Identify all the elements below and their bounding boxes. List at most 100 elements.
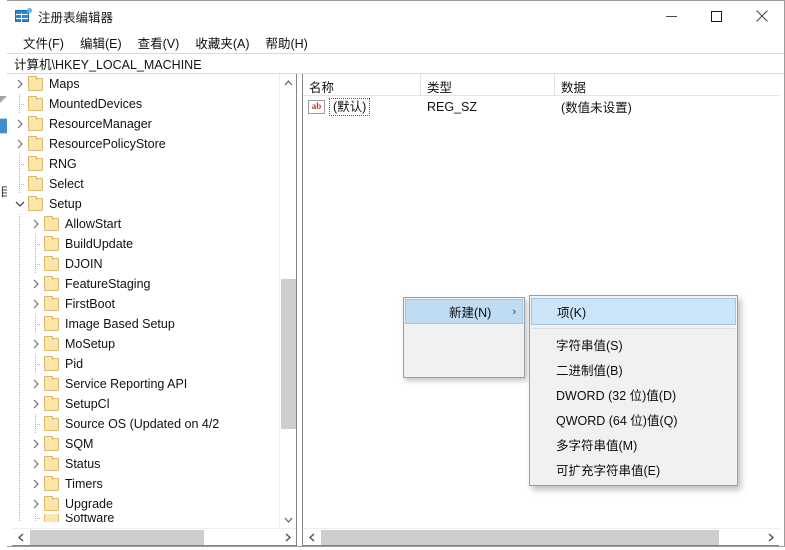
tree-item-firstboot[interactable]: FirstBoot (12, 294, 279, 314)
submenu-item-multi-string-value[interactable]: 多字符串值(M) (530, 432, 737, 457)
registry-tree-pane: Maps MountedDevices ResourceManager Resourc… (12, 74, 297, 546)
chevron-right-icon[interactable] (28, 374, 44, 394)
address-bar[interactable]: 计算机\HKEY_LOCAL_MACHINE (7, 53, 784, 74)
folder-icon (28, 135, 43, 151)
values-hscroll-track[interactable] (320, 529, 762, 545)
tree-scroll-track[interactable] (280, 91, 296, 511)
submenu-item-string-value[interactable]: 字符串值(S) (530, 332, 737, 357)
desktop-artifact-taskbar-item (0, 118, 7, 134)
tree-item-setupcl[interactable]: SetupCl (12, 394, 279, 414)
tree-scroll-thumb[interactable] (281, 279, 296, 429)
tree-item-maps[interactable]: Maps (12, 74, 279, 94)
submenu-separator (532, 328, 735, 329)
tree-leaf-connector (28, 514, 44, 522)
tree-scroll-right-button[interactable] (279, 529, 296, 546)
chevron-right-icon[interactable] (28, 274, 44, 294)
tree-item-label: DJOIN (65, 257, 103, 271)
values-scroll-left-button[interactable] (303, 529, 320, 545)
tree-hscroll-thumb[interactable] (30, 530, 204, 545)
tree-horizontal-scrollbar[interactable] (12, 528, 296, 545)
tree-item-featurestaging[interactable]: FeatureStaging (12, 274, 279, 294)
tree-item-image-based-setup[interactable]: Image Based Setup (12, 314, 279, 334)
tree-indent-guide (12, 354, 28, 374)
tree-item-buildupdate[interactable]: BuildUpdate (12, 234, 279, 254)
chevron-right-icon[interactable] (28, 394, 44, 414)
chevron-right-icon[interactable] (12, 74, 28, 94)
submenu-item-binary-value[interactable]: 二进制值(B) (530, 357, 737, 382)
tree-item-resourcemanager[interactable]: ResourceManager (12, 114, 279, 134)
menu-item-help[interactable]: 帮助(H) (258, 31, 316, 54)
submenu-item-key[interactable]: 项(K) (531, 298, 736, 325)
tree-item-mosetup[interactable]: MoSetup (12, 334, 279, 354)
tree-item-partial[interactable]: Software (12, 514, 279, 522)
tree-item-djoin[interactable]: DJOIN (12, 254, 279, 274)
tree-item-select[interactable]: Select (12, 174, 279, 194)
tree-item-source-os-updated-on-4-2[interactable]: Source OS (Updated on 4/2 (12, 414, 279, 434)
menu-item-edit[interactable]: 编辑(E) (73, 31, 131, 54)
context-submenu-new: 项(K) 字符串值(S) 二进制值(B) DWORD (32 位)值(D) QW… (529, 295, 738, 486)
tree-item-mounteddevices[interactable]: MountedDevices (12, 94, 279, 114)
table-row[interactable]: ab (默认) REG_SZ (数值未设置) (303, 96, 779, 117)
submenu-item-qword-value[interactable]: QWORD (64 位)值(Q) (530, 407, 737, 432)
column-header-type[interactable]: 类型 (421, 74, 555, 95)
tree-item-label: Select (49, 177, 84, 191)
chevron-right-icon[interactable] (28, 474, 44, 494)
tree-indent-guide (12, 314, 28, 334)
column-header-name[interactable]: 名称 (303, 74, 421, 95)
tree-viewport: Maps MountedDevices ResourceManager Resourc… (12, 74, 296, 528)
column-header-data[interactable]: 数据 (555, 74, 779, 95)
chevron-right-icon[interactable] (28, 214, 44, 234)
tree-item-resourcepolicystore[interactable]: ResourcePolicyStore (12, 134, 279, 154)
content-panes: Maps MountedDevices ResourceManager Resourc… (7, 74, 784, 546)
chevron-right-icon[interactable] (28, 294, 44, 314)
tree-item-pid[interactable]: Pid (12, 354, 279, 374)
tree-leaf-connector (28, 234, 44, 254)
tree-item-setup[interactable]: Setup (12, 194, 279, 214)
tree-scroll-left-button[interactable] (12, 529, 29, 546)
tree-item-timers[interactable]: Timers (12, 474, 279, 494)
tree-scroll-up-button[interactable] (280, 74, 296, 91)
tree-item-service-reporting-api[interactable]: Service Reporting API (12, 374, 279, 394)
menu-item-file[interactable]: 文件(F) (16, 31, 73, 54)
chevron-right-icon[interactable] (28, 454, 44, 474)
tree-item-label: AllowStart (65, 217, 122, 231)
menu-item-favorites[interactable]: 收藏夹(A) (188, 31, 258, 54)
tree-indent-guide (12, 374, 28, 394)
maximize-button[interactable] (694, 1, 739, 31)
tree-hscroll-track[interactable] (29, 529, 279, 545)
tree-indent-guide (12, 394, 28, 414)
close-button[interactable] (739, 1, 784, 31)
tree-item-rng[interactable]: RNG (12, 154, 279, 174)
values-horizontal-scrollbar[interactable] (303, 528, 779, 545)
tree-item-label: Upgrade (65, 497, 113, 511)
chevron-right-icon[interactable] (28, 494, 44, 514)
tree-scroll-down-button[interactable] (280, 511, 296, 528)
chevron-right-icon[interactable] (28, 334, 44, 354)
tree-item-sqm[interactable]: SQM (12, 434, 279, 454)
menu-item-view[interactable]: 查看(V) (131, 31, 189, 54)
folder-icon (44, 355, 59, 371)
submenu-item-dword-value[interactable]: DWORD (32 位)值(D) (530, 382, 737, 407)
string-value-icon: ab (308, 99, 325, 114)
tree-item-allowstart[interactable]: AllowStart (12, 214, 279, 234)
folder-icon (44, 315, 59, 331)
tree-item-label: FeatureStaging (65, 277, 151, 291)
chevron-right-icon[interactable] (12, 134, 28, 154)
chevron-right-icon[interactable] (12, 114, 28, 134)
values-hscroll-thumb[interactable] (321, 530, 719, 545)
tree-vertical-scrollbar[interactable] (279, 74, 296, 528)
minimize-button[interactable] (649, 1, 694, 31)
tree-item-status[interactable]: Status (12, 454, 279, 474)
tree-item-upgrade[interactable]: Upgrade (12, 494, 279, 514)
folder-icon (44, 335, 59, 351)
tree-indent-guide (12, 434, 28, 454)
tree-item-label: Setup (49, 197, 82, 211)
folder-icon (44, 295, 59, 311)
context-menu-item-new[interactable]: 新建(N) › (405, 299, 523, 324)
value-name-cell[interactable]: ab (默认) (303, 97, 421, 116)
title-bar[interactable]: 注册表编辑器 (7, 1, 784, 31)
chevron-down-icon[interactable] (12, 194, 28, 214)
chevron-right-icon[interactable] (28, 434, 44, 454)
values-scroll-right-button[interactable] (762, 529, 779, 545)
submenu-item-expandable-string-value[interactable]: 可扩充字符串值(E) (530, 457, 737, 482)
